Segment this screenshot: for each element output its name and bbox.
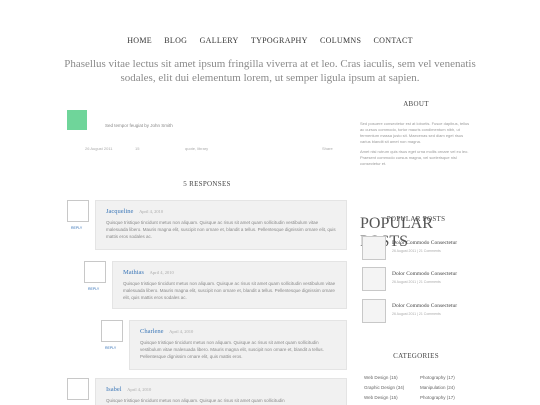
popular-post-title[interactable]: Dolor Commodo Consectetur [392, 240, 457, 246]
reply-link[interactable]: REPLY [105, 346, 116, 350]
comment-text: Quisque tristique tincidunt metus non al… [123, 281, 336, 300]
category-link[interactable]: Manipulation (24) [420, 385, 455, 390]
popular-post-item[interactable]: Dolor Commodo Consectetur 26 August 2011… [360, 267, 490, 291]
nav-home[interactable]: HOME [127, 36, 152, 45]
reply-link[interactable]: REPLY [71, 226, 82, 230]
popular-post-meta: 26 August 2011 | 21 Comments [392, 312, 441, 316]
tagline: Phasellus vitae lectus sit amet ipsum fr… [64, 58, 476, 84]
avatar [67, 200, 89, 222]
comment-box: Jacqueline April 4, 2010 Quisque tristiq… [95, 200, 347, 250]
comment-box: Charlene April 4, 2010 Quisque tristique… [129, 320, 347, 370]
post-comment-count[interactable]: 15 [135, 146, 139, 151]
comment-text: Quisque tristique tincidunt metus non al… [106, 398, 285, 403]
popular-post-item[interactable]: Dolor Commodo Consectetur 26 August 2011… [360, 236, 490, 260]
nav-typography[interactable]: TYPOGRAPHY [251, 36, 308, 45]
popular-posts-heading: POPULAR POSTS [386, 215, 446, 223]
category-link[interactable]: Web Design (15) [364, 375, 398, 380]
comment-author[interactable]: Mathias [123, 269, 144, 276]
popular-post-meta: 26 August 2011 | 21 Comments [392, 280, 441, 284]
comment-date: April 4, 2010 [149, 270, 174, 275]
share-link[interactable]: Share [322, 146, 333, 151]
post-thumbnail[interactable] [362, 299, 386, 323]
about-title: ABOUT [403, 100, 429, 108]
comment-author[interactable]: Charlene [140, 328, 163, 335]
avatar [101, 320, 123, 342]
nav-columns[interactable]: COLUMNS [320, 36, 361, 45]
category-link[interactable]: Web Design (15) [364, 395, 398, 400]
comment-date: April 4, 2010 [169, 329, 194, 334]
responses-heading: 5 RESPONSES [183, 180, 231, 188]
categories-heading: CATEGORIES [393, 352, 439, 360]
popular-post-title[interactable]: Dolor Commodo Consectetur [392, 271, 457, 277]
post-thumbnail[interactable] [67, 110, 87, 130]
popular-post-item[interactable]: Dolor Commodo Consectetur 26 August 2011… [360, 299, 490, 323]
nav-contact[interactable]: CONTACT [374, 36, 413, 45]
nav-blog[interactable]: BLOG [164, 36, 187, 45]
avatar [67, 378, 89, 400]
comment-date: April 4, 2010 [139, 209, 164, 214]
post-tags[interactable]: quote, library [185, 146, 208, 151]
comment-text: Quisque tristique tincidunt metus non al… [106, 220, 336, 239]
post-thumbnail[interactable] [362, 236, 386, 260]
category-link[interactable]: Graphic Design (34) [364, 385, 404, 390]
comment-text: Quisque tristique tincidunt metus non al… [140, 340, 324, 359]
main-nav: HOME BLOG GALLERY TYPOGRAPHY COLUMNS CON… [0, 36, 540, 45]
about-widget: ABOUT Sed posuere consectetur est at lob… [360, 100, 472, 167]
popular-post-meta: 26 August 2011 | 21 Comments [392, 249, 441, 253]
nav-gallery[interactable]: GALLERY [200, 36, 239, 45]
comment-date: April 4, 2010 [127, 387, 152, 392]
post-thumbnail[interactable] [362, 267, 386, 291]
avatar [84, 261, 106, 283]
comment-author[interactable]: Isabel [106, 386, 122, 393]
post-byline: Sed tempor feugiat by John Smith [105, 123, 173, 128]
popular-post-title[interactable]: Dolor Commodo Consectetur [392, 303, 457, 309]
post-date: 26 August 2011 [85, 146, 113, 151]
comment-author[interactable]: Jacqueline [106, 208, 133, 215]
comment-box: Isabel April 4, 2010 Quisque tristique t… [95, 378, 347, 405]
about-text: Sed posuere consectetur est at lobortis.… [360, 121, 470, 144]
category-link[interactable]: Photography (17) [420, 395, 455, 400]
category-link[interactable]: Photography (17) [420, 375, 455, 380]
reply-link[interactable]: REPLY [88, 287, 99, 291]
about-text-2: Amet nisi rutrum quis risus eget urna mo… [360, 149, 469, 166]
comment-box: Mathias April 4, 2010 Quisque tristique … [112, 261, 347, 309]
